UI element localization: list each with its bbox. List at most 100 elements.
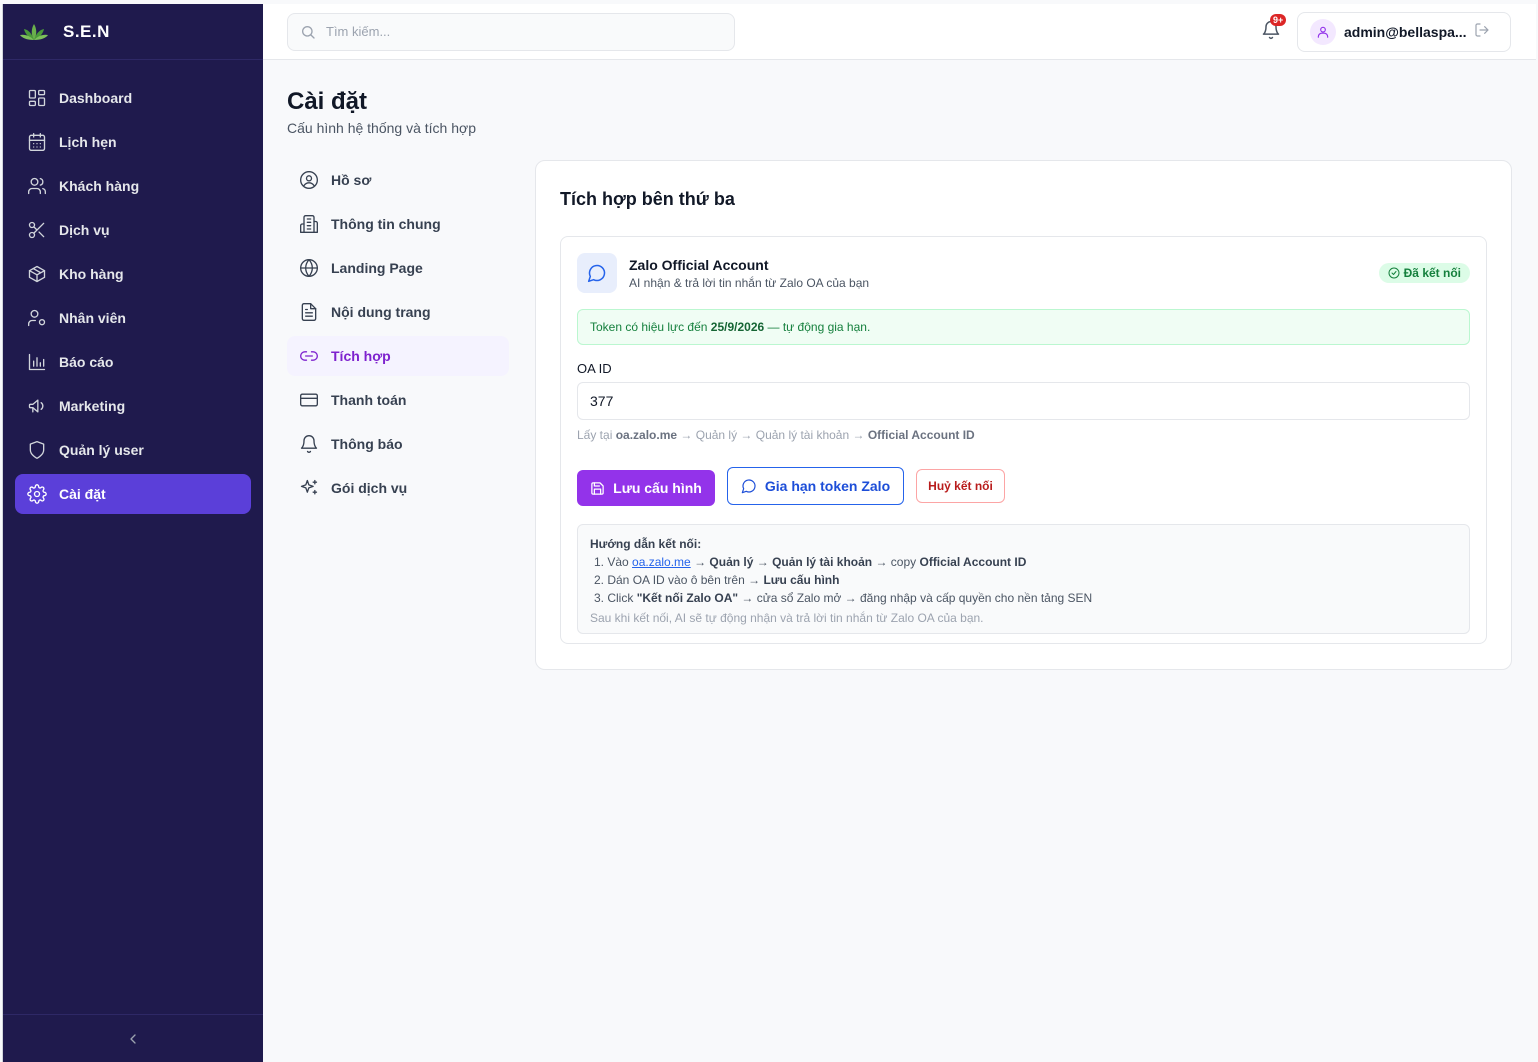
save-icon [591, 481, 604, 495]
sparkles-icon [300, 479, 318, 495]
search-input[interactable] [326, 24, 706, 39]
settings-nav: Hồ sơ Thông tin chung Landing Page Nội d… [287, 160, 509, 508]
settings-tab-page-content[interactable]: Nội dung trang [287, 292, 509, 332]
sidebar-item-customers[interactable]: Khách hàng [15, 166, 251, 206]
user-menu[interactable]: admin@bellaspa... [1297, 12, 1511, 52]
integration-header: Zalo Official Account AI nhận & trả lời … [577, 253, 1470, 293]
sidebar-item-inventory[interactable]: Kho hàng [15, 254, 251, 294]
gear-icon [27, 484, 47, 504]
settings-content: Cài đặt Cấu hình hệ thống và tích hợp Hồ… [263, 60, 1536, 1062]
settings-tab-label: Thông báo [331, 436, 403, 452]
zalo-oa-link[interactable]: oa.zalo.me [632, 555, 691, 569]
calendar-icon [28, 133, 46, 151]
bar-chart-icon [28, 353, 46, 371]
brand-name: S.E.N [63, 21, 110, 41]
guide-step-3: 3. Click "Kết nối Zalo OA" → cửa sổ Zalo… [590, 589, 1457, 607]
settings-tab-label: Hồ sơ [331, 172, 372, 188]
package-icon [28, 265, 46, 283]
sidebar-item-label: Marketing [59, 398, 126, 414]
notification-badge: 9+ [1270, 14, 1287, 26]
check-circle-icon [1388, 267, 1400, 279]
settings-tab-label: Thông tin chung [331, 216, 441, 232]
bell-icon [300, 435, 318, 453]
megaphone-icon [28, 399, 44, 413]
lotus-logo-icon [19, 21, 49, 43]
action-buttons: Lưu cấu hình Gia hạn token Zalo Huỷ kết … [577, 466, 1470, 506]
settings-tab-profile[interactable]: Hồ sơ [287, 160, 509, 200]
connection-guide: Hướng dẫn kết nối: 1. Vào oa.zalo.me → Q… [577, 524, 1470, 634]
app-frame: S.E.N Dashboard Lịch hẹn Khách hàng Dịch… [2, 4, 1536, 1062]
token-info: Token có hiệu lực đến 25/9/2026 — tự độn… [577, 309, 1470, 345]
sidebar-item-appointments[interactable]: Lịch hẹn [15, 122, 251, 162]
guide-text: → cửa sổ Zalo mở → đăng nhập và cấp quyề… [738, 591, 1093, 605]
settings-tab-payment[interactable]: Thanh toán [287, 380, 509, 420]
page-subtitle: Cấu hình hệ thống và tích hợp [287, 120, 476, 136]
main-area: 9+ admin@bellaspa... Cài đặt Cấu hình hệ… [263, 4, 1536, 1062]
user-email: admin@bellaspa... [1344, 24, 1466, 40]
users-icon [28, 177, 46, 195]
token-prefix: Token có hiệu lực đến [590, 320, 711, 334]
avatar [1310, 19, 1336, 45]
save-config-button[interactable]: Lưu cấu hình [577, 470, 715, 506]
settings-tab-plans[interactable]: Gói dịch vụ [287, 468, 509, 508]
link-icon [300, 351, 318, 361]
save-config-label: Lưu cấu hình [613, 480, 702, 496]
sidebar: S.E.N Dashboard Lịch hẹn Khách hàng Dịch… [3, 4, 263, 1062]
guide-note: Sau khi kết nối, AI sẽ tự động nhận và t… [590, 611, 984, 625]
guide-text: → [690, 555, 710, 569]
settings-tab-notifications[interactable]: Thông báo [287, 424, 509, 464]
renew-token-button[interactable]: Gia hạn token Zalo [727, 467, 904, 505]
sidebar-item-label: Dịch vụ [59, 222, 110, 238]
grid-icon [28, 89, 46, 107]
integration-description: AI nhận & trả lời tin nhắn từ Zalo OA củ… [629, 275, 870, 290]
disconnect-button[interactable]: Huỷ kết nối [916, 469, 1005, 503]
shield-icon [29, 441, 45, 459]
globe-icon [300, 259, 318, 277]
oa-id-hint: Lấy tại oa.zalo.me → Quản lý → Quản lý t… [577, 428, 1470, 442]
scissors-icon [28, 221, 45, 239]
guide-text: → [753, 555, 773, 569]
credit-card-icon [300, 393, 318, 407]
status-text: Đã kết nối [1403, 266, 1461, 280]
sidebar-item-label: Kho hàng [59, 266, 124, 282]
sidebar-item-user-management[interactable]: Quản lý user [15, 430, 251, 470]
settings-tab-label: Nội dung trang [331, 304, 431, 320]
sidebar-item-services[interactable]: Dịch vụ [15, 210, 251, 250]
settings-tab-integrations[interactable]: Tích hợp [287, 336, 509, 376]
guide-text: 3. Click [594, 591, 637, 605]
guide-text: Quản lý [709, 555, 754, 569]
sidebar-item-marketing[interactable]: Marketing [15, 386, 251, 426]
oa-id-input[interactable] [577, 382, 1470, 420]
guide-step-1: 1. Vào oa.zalo.me → Quản lý → Quản lý tà… [590, 553, 1457, 571]
sidebar-item-label: Dashboard [59, 90, 133, 106]
notification-button[interactable]: 9+ [1261, 14, 1287, 42]
message-circle-icon [741, 479, 756, 494]
sidebar-item-settings[interactable]: Cài đặt [15, 474, 251, 514]
sidebar-collapse-button[interactable] [3, 1014, 263, 1062]
sidebar-item-label: Lịch hẹn [59, 134, 117, 150]
message-circle-icon [587, 264, 606, 283]
integration-name: Zalo Official Account [629, 256, 769, 273]
settings-tab-landing-page[interactable]: Landing Page [287, 248, 509, 288]
sidebar-item-staff[interactable]: Nhân viên [15, 298, 251, 338]
guide-text: 2. Dán OA ID vào ô bên trên → [594, 573, 764, 587]
zalo-chat-icon [577, 253, 617, 293]
user-icon [1317, 26, 1329, 38]
sidebar-item-label: Khách hàng [59, 178, 140, 194]
guide-text: 1. Vào [594, 555, 633, 569]
sidebar-item-label: Cài đặt [59, 486, 106, 502]
hint-middle: → Quản lý → Quản lý tài khoản → [677, 428, 868, 442]
sidebar-item-dashboard[interactable]: Dashboard [15, 78, 251, 118]
hint-prefix: Lấy tại [577, 428, 616, 442]
settings-tab-general[interactable]: Thông tin chung [287, 204, 509, 244]
settings-tab-label: Gói dịch vụ [331, 480, 408, 496]
renew-token-label: Gia hạn token Zalo [764, 478, 891, 494]
oa-id-label: OA ID [577, 361, 612, 376]
file-text-icon [301, 303, 317, 321]
guide-text: "Kết nối Zalo OA" [636, 591, 739, 605]
hint-target: Official Account ID [867, 428, 975, 442]
integrations-card: Tích hợp bên thứ ba Zalo Official Accoun… [535, 160, 1512, 670]
logout-button[interactable] [1474, 22, 1490, 43]
building-icon [300, 215, 318, 233]
sidebar-item-reports[interactable]: Báo cáo [15, 342, 251, 382]
